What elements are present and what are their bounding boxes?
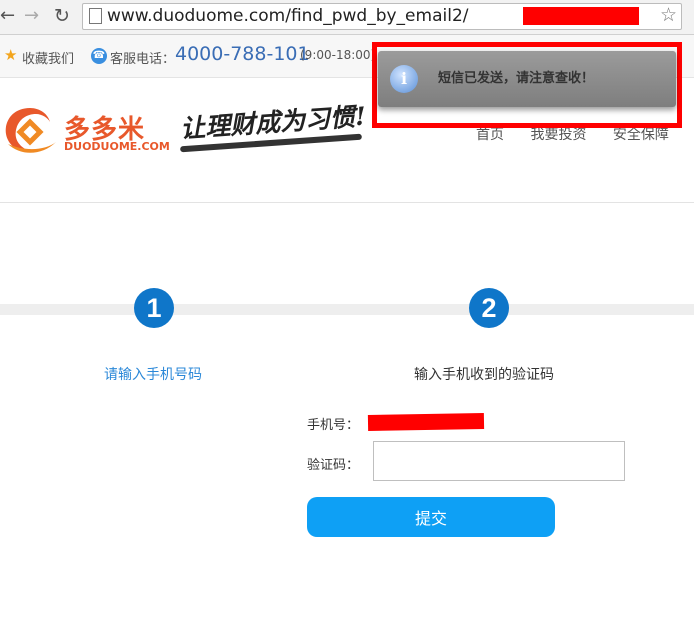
redacted-phone-number <box>367 412 485 432</box>
step-2-label: 输入手机收到的验证码 <box>414 367 554 383</box>
phone-hours: (9:00-18:00) <box>300 48 376 62</box>
reload-icon[interactable]: ↻ <box>54 6 70 26</box>
nav-security[interactable]: 安全保障 <box>613 127 669 143</box>
address-bar[interactable]: www.duoduome.com/find_pwd_by_email2/ ☆ <box>82 3 682 30</box>
sms-sent-toast[interactable]: i 短信已发送，请注意查收！ <box>378 51 676 107</box>
page-icon <box>89 8 102 24</box>
browser-toolbar: ← → ↻ www.duoduome.com/find_pwd_by_email… <box>0 0 694 35</box>
brand-domain: DUODUOME.COM <box>64 140 170 153</box>
phone-field-label: 手机号： <box>307 418 360 433</box>
info-icon: i <box>390 65 418 93</box>
phone-icon: ☎ <box>91 48 107 64</box>
verification-code-input[interactable] <box>373 441 625 481</box>
nav-invest[interactable]: 我要投资 <box>530 127 586 143</box>
forward-arrow-icon[interactable]: → <box>24 6 39 26</box>
step-1-badge: 1 <box>134 288 174 328</box>
brand-logo-icon[interactable] <box>2 104 58 156</box>
phone-number: 4000-788-101 <box>175 43 310 65</box>
nav-home[interactable]: 首页 <box>476 127 504 143</box>
header-divider <box>0 202 694 203</box>
code-field-label: 验证码： <box>307 458 360 473</box>
redaction-mark <box>523 7 639 25</box>
step-2-badge: 2 <box>469 288 509 328</box>
step-1-label[interactable]: 请输入手机号码 <box>104 364 202 384</box>
step-progress-track <box>0 304 694 315</box>
toast-message: 短信已发送，请注意查收！ <box>438 71 595 86</box>
url-text[interactable]: www.duoduome.com/find_pwd_by_email2/ <box>107 6 468 26</box>
favorite-link[interactable]: 收藏我们 <box>22 48 74 67</box>
submit-button[interactable]: 提交 <box>307 497 555 537</box>
back-arrow-icon[interactable]: ← <box>0 6 15 26</box>
bookmark-star-icon[interactable]: ☆ <box>660 4 677 26</box>
star-icon: ★ <box>4 46 18 64</box>
phone-label: 客服电话： <box>110 52 176 67</box>
